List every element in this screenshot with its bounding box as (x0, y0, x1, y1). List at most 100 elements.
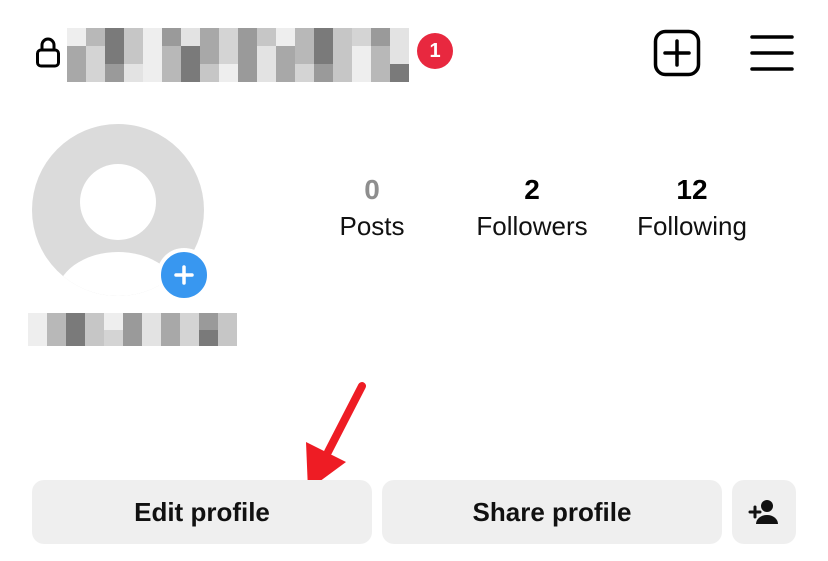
pixel-block (390, 28, 409, 46)
pixel-block (86, 64, 105, 82)
pixel-block (85, 329, 104, 346)
pixel-block (218, 313, 237, 330)
display-name-pixelated (28, 313, 237, 346)
pixel-block (180, 313, 199, 330)
pixel-block (180, 329, 199, 346)
pixel-block (143, 28, 162, 46)
edit-profile-label: Edit profile (134, 496, 270, 527)
pixel-block (199, 329, 218, 346)
pixel-block (86, 46, 105, 64)
pixel-block (28, 329, 47, 346)
pixel-block (276, 46, 295, 64)
avatar-head-shape (80, 164, 156, 240)
pixel-block (162, 64, 181, 82)
new-post-button[interactable] (653, 29, 701, 77)
pixel-block (276, 64, 295, 82)
pixel-block (123, 329, 142, 346)
notification-badge: 1 (417, 33, 453, 69)
pixel-block (352, 28, 371, 46)
pixel-block (181, 28, 200, 46)
pixel-block (124, 28, 143, 46)
pixel-block (105, 46, 124, 64)
followers-label: Followers (476, 211, 588, 241)
pixel-block (238, 64, 257, 82)
pixel-block (238, 28, 257, 46)
pixel-block (66, 313, 85, 330)
pixel-block (295, 64, 314, 82)
pixel-block (162, 28, 181, 46)
pixel-block (219, 46, 238, 64)
pixel-block (200, 64, 219, 82)
posts-stat[interactable]: 0 Posts (322, 172, 422, 244)
pixel-block (333, 64, 352, 82)
share-profile-label: Share profile (472, 496, 632, 527)
pixel-block (142, 313, 161, 330)
pixel-block (257, 64, 276, 82)
posts-label: Posts (339, 211, 405, 241)
pixel-block (219, 64, 238, 82)
pixel-block (161, 329, 180, 346)
pixel-block (295, 28, 314, 46)
pixel-block (257, 28, 276, 46)
plus-icon (174, 265, 194, 285)
pixel-block (218, 329, 237, 346)
username-pixelated[interactable] (67, 28, 409, 82)
following-label: Following (637, 211, 747, 241)
pixel-block (67, 46, 86, 64)
following-count: 12 (676, 174, 708, 205)
pixel-block (371, 64, 390, 82)
following-stat[interactable]: 12 Following (622, 172, 762, 244)
pixel-block (66, 329, 85, 346)
pixel-block (181, 64, 200, 82)
pixel-block (333, 46, 352, 64)
pixel-block (143, 64, 162, 82)
pixel-block (47, 329, 66, 346)
pixel-block (314, 64, 333, 82)
pixel-block (86, 28, 105, 46)
pixel-block (295, 46, 314, 64)
pixel-block (104, 313, 123, 330)
followers-stat[interactable]: 2 Followers (462, 172, 602, 244)
pixel-block (123, 313, 142, 330)
pixel-block (162, 46, 181, 64)
lock-icon (36, 37, 60, 68)
pixel-block (105, 64, 124, 82)
pixel-block (352, 64, 371, 82)
pixel-block (371, 46, 390, 64)
edit-profile-button[interactable]: Edit profile (32, 480, 372, 544)
profile-header: 1 (0, 0, 828, 110)
pixel-block (200, 28, 219, 46)
pixel-block (219, 28, 238, 46)
pixel-block (371, 28, 390, 46)
pixel-block (104, 329, 123, 346)
followers-count: 2 (524, 174, 540, 205)
pixel-block (67, 64, 86, 82)
pixel-block (257, 46, 276, 64)
pixel-block (67, 28, 86, 46)
pixel-block (181, 46, 200, 64)
discover-people-button[interactable] (732, 480, 796, 544)
pixel-block (47, 313, 66, 330)
pixel-block (314, 46, 333, 64)
pixel-block (85, 313, 104, 330)
pixel-block (390, 46, 409, 64)
pixel-block (352, 46, 371, 64)
pixel-block (105, 28, 124, 46)
pixel-block (143, 46, 162, 64)
pixel-block (276, 28, 295, 46)
pixel-block (333, 28, 352, 46)
pixel-block (124, 64, 143, 82)
add-story-button[interactable] (157, 248, 211, 302)
pixel-block (199, 313, 218, 330)
share-profile-button[interactable]: Share profile (382, 480, 722, 544)
pixel-block (238, 46, 257, 64)
person-add-icon (748, 500, 778, 524)
pixel-block (314, 28, 333, 46)
pixel-block (142, 329, 161, 346)
pixel-block (124, 46, 143, 64)
pixel-block (28, 313, 47, 330)
red-arrow-icon (306, 382, 366, 490)
hamburger-menu-icon[interactable] (750, 33, 794, 73)
pixel-block (200, 46, 219, 64)
pixel-block (390, 64, 409, 82)
